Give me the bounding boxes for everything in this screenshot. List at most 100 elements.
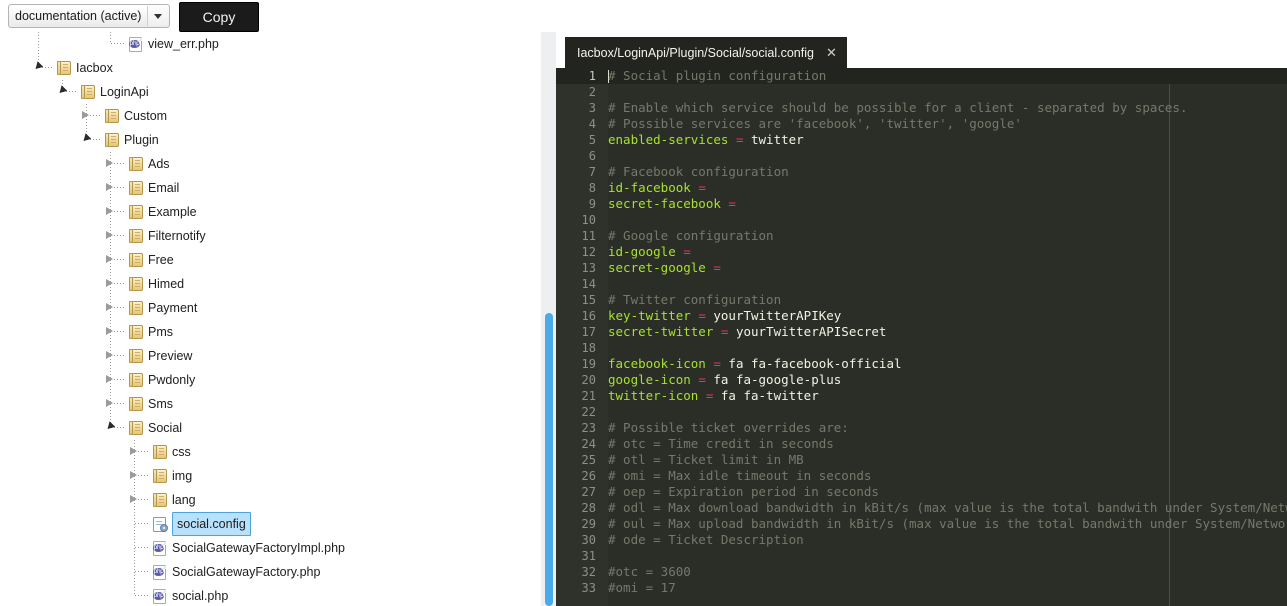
code-line[interactable]: 25 # otl = Ticket limit in MB <box>556 452 1287 468</box>
line-number: 19 <box>581 357 596 371</box>
code-line-text: secret-google = <box>608 260 721 275</box>
folder-icon <box>128 180 144 196</box>
tree-expander-open-icon[interactable] <box>32 61 44 72</box>
editor-vertical-scrollbar-thumb[interactable] <box>545 313 553 606</box>
tree-item-payment[interactable]: Payment <box>0 296 541 320</box>
tree-elbow-line <box>111 379 125 380</box>
code-line[interactable]: 7 # Facebook configuration <box>556 164 1287 180</box>
tree-expander-closed-icon[interactable] <box>106 374 113 383</box>
code-editor[interactable]: 1 # Social plugin configuration 2 3 # Enable… <box>556 68 1287 606</box>
tree-item-free[interactable]: Free <box>0 248 541 272</box>
close-icon[interactable]: ✕ <box>826 46 837 59</box>
tab-title: Iacbox/LoginApi/Plugin/Social/social.con… <box>577 45 814 60</box>
code-line[interactable]: 1 # Social plugin configuration <box>556 68 1287 84</box>
tree-expander-open-icon[interactable] <box>80 133 92 144</box>
tree-expander-closed-icon[interactable] <box>106 278 113 287</box>
code-line[interactable]: 20 google-icon = fa fa-google-plus <box>556 372 1287 388</box>
tree-expander-closed-icon[interactable] <box>106 326 113 335</box>
line-number: 17 <box>581 325 596 339</box>
code-line[interactable]: 26 # omi = Max idle timeout in seconds <box>556 468 1287 484</box>
code-line[interactable]: 29 # oul = Max upload bandwidth in kBit/s… <box>556 516 1287 532</box>
tree-expander-closed-icon[interactable] <box>82 110 89 119</box>
code-line[interactable]: 6 <box>556 148 1287 164</box>
code-line[interactable]: 23 # Possible ticket overrides are: <box>556 420 1287 436</box>
tree-item-pwdonly[interactable]: Pwdonly <box>0 368 541 392</box>
copy-button[interactable]: Copy <box>179 2 259 32</box>
tree-item-lang[interactable]: lang <box>0 488 541 512</box>
tree-expander-closed-icon[interactable] <box>106 158 113 167</box>
folder-icon <box>128 204 144 220</box>
tree-item-socialgatewayfactoryimpl-php[interactable]: php SocialGatewayFactoryImpl.php <box>0 536 541 560</box>
code-line[interactable]: 8 id-facebook = <box>556 180 1287 196</box>
code-line[interactable]: 22 <box>556 404 1287 420</box>
tree-item-img[interactable]: img <box>0 464 541 488</box>
code-lines[interactable]: 1 # Social plugin configuration 2 3 # Enable… <box>556 68 1287 596</box>
tree-item-loginapi[interactable]: LoginApi <box>0 80 541 104</box>
code-line[interactable]: 27 # oep = Expiration period in seconds <box>556 484 1287 500</box>
code-line[interactable]: 2 <box>556 84 1287 100</box>
documentation-select[interactable]: documentation (active) <box>8 4 170 28</box>
code-line[interactable]: 11 # Google configuration <box>556 228 1287 244</box>
tree-expander-closed-icon[interactable] <box>106 302 113 311</box>
tree-item-example[interactable]: Example <box>0 200 541 224</box>
folder-icon <box>128 420 144 436</box>
code-line[interactable]: 14 <box>556 276 1287 292</box>
tree-item-email[interactable]: Email <box>0 176 541 200</box>
tree-expander-closed-icon[interactable] <box>106 230 113 239</box>
code-line[interactable]: 30 # ode = Ticket Description <box>556 532 1287 548</box>
tree-item-social-config[interactable]: social.config <box>0 512 541 536</box>
code-line[interactable]: 4 # Possible services are 'facebook', 'tw… <box>556 116 1287 132</box>
code-line[interactable]: 31 <box>556 548 1287 564</box>
tree-item-social[interactable]: Social <box>0 416 541 440</box>
code-line[interactable]: 33 #omi = 17 <box>556 580 1287 596</box>
code-line-text: # Possible services are 'facebook', 'twi… <box>608 116 1022 131</box>
chevron-down-icon[interactable] <box>147 6 168 26</box>
tree-item-preview[interactable]: Preview <box>0 344 541 368</box>
code-line-text: # Facebook configuration <box>608 164 789 179</box>
tree-expander-closed-icon[interactable] <box>106 398 113 407</box>
line-number: 18 <box>581 341 596 355</box>
tree-item-socialgatewayfactory-php[interactable]: php SocialGatewayFactory.php <box>0 560 541 584</box>
tree-expander-closed-icon[interactable] <box>106 254 113 263</box>
code-line[interactable]: 17 secret-twitter = yourTwitterAPISecret <box>556 324 1287 340</box>
file-tree-panel[interactable]: php view_err.php Iacbox LoginApi Custom Plugi… <box>0 32 541 606</box>
code-line[interactable]: 24 # otc = Time credit in seconds <box>556 436 1287 452</box>
tree-item-label: Social <box>148 421 183 435</box>
tree-item-social-php[interactable]: php social.php <box>0 584 541 606</box>
code-line[interactable]: 19 facebook-icon = fa fa-facebook-officia… <box>556 356 1287 372</box>
code-line[interactable]: 28 # odl = Max download bandwidth in kBit… <box>556 500 1287 516</box>
tree-item-pms[interactable]: Pms <box>0 320 541 344</box>
code-line[interactable]: 10 <box>556 212 1287 228</box>
code-line[interactable]: 13 secret-google = <box>556 260 1287 276</box>
code-line[interactable]: 15 # Twitter configuration <box>556 292 1287 308</box>
code-line[interactable]: 3 # Enable which service should be possib… <box>556 100 1287 116</box>
tree-item-filternotify[interactable]: Filternotify <box>0 224 541 248</box>
editor-vertical-scrollbar-track[interactable] <box>541 32 556 606</box>
tab-social-config[interactable]: Iacbox/LoginApi/Plugin/Social/social.con… <box>565 37 847 68</box>
tree-item-plugin[interactable]: Plugin <box>0 128 541 152</box>
tree-expander-closed-icon[interactable] <box>106 206 113 215</box>
code-line[interactable]: 32 #otc = 3600 <box>556 564 1287 580</box>
tree-item-ads[interactable]: Ads <box>0 152 541 176</box>
tree-expander-closed-icon[interactable] <box>130 446 137 455</box>
folder-icon <box>128 156 144 172</box>
code-line[interactable]: 21 twitter-icon = fa fa-twitter <box>556 388 1287 404</box>
tree-item-view-err-php[interactable]: php view_err.php <box>0 32 541 56</box>
code-line[interactable]: 5 enabled-services = twitter <box>556 132 1287 148</box>
code-line[interactable]: 12 id-google = <box>556 244 1287 260</box>
tree-item-iacbox[interactable]: Iacbox <box>0 56 541 80</box>
tree-item-custom[interactable]: Custom <box>0 104 541 128</box>
tree-expander-open-icon[interactable] <box>56 85 68 96</box>
tree-item-sms[interactable]: Sms <box>0 392 541 416</box>
code-line[interactable]: 18 <box>556 340 1287 356</box>
tree-expander-open-icon[interactable] <box>104 421 116 432</box>
tree-expander-closed-icon[interactable] <box>106 350 113 359</box>
code-line[interactable]: 9 secret-facebook = <box>556 196 1287 212</box>
tree-expander-closed-icon[interactable] <box>130 470 137 479</box>
tree-guide-line <box>134 512 135 536</box>
code-line[interactable]: 16 key-twitter = yourTwitterAPIKey <box>556 308 1287 324</box>
tree-item-himed[interactable]: Himed <box>0 272 541 296</box>
tree-expander-closed-icon[interactable] <box>130 494 137 503</box>
tree-expander-closed-icon[interactable] <box>106 182 113 191</box>
tree-item-css[interactable]: css <box>0 440 541 464</box>
